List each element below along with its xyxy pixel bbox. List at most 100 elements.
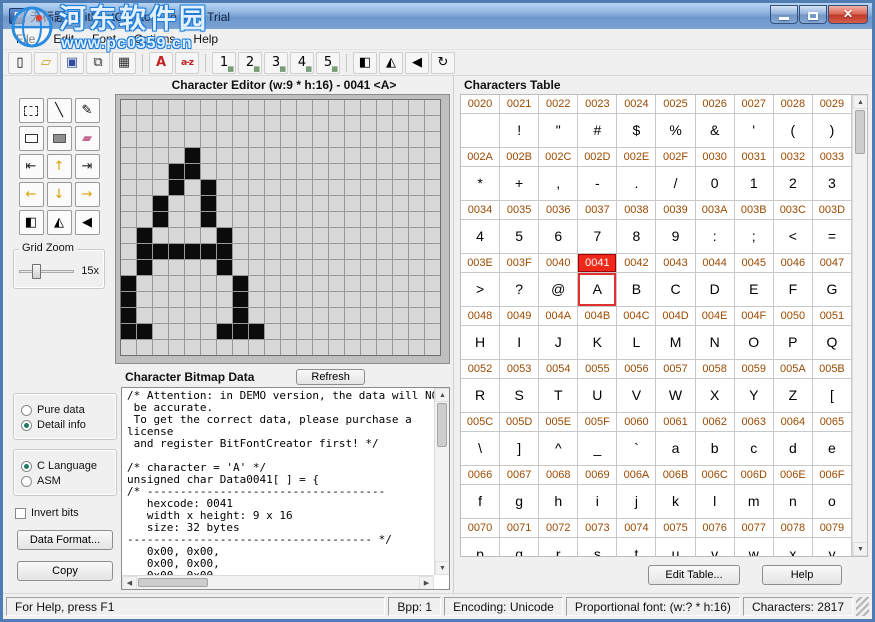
char-code-005B[interactable]: 005B xyxy=(813,360,852,379)
char-glyph-002B[interactable]: + xyxy=(500,167,539,201)
char-glyph-006B[interactable]: k xyxy=(656,485,695,519)
char-code-005E[interactable]: 005E xyxy=(539,413,578,432)
char-glyph-0021[interactable]: ! xyxy=(500,114,539,148)
pixel-cell[interactable] xyxy=(201,164,216,179)
char-glyph-0065[interactable]: e xyxy=(813,432,852,466)
char-code-0073[interactable]: 0073 xyxy=(578,519,617,538)
pixel-cell[interactable] xyxy=(121,228,136,243)
pixel-cell[interactable] xyxy=(121,180,136,195)
pixel-cell[interactable] xyxy=(329,116,344,131)
pixel-cell[interactable] xyxy=(153,132,168,147)
char-code-0043[interactable]: 0043 xyxy=(656,254,695,273)
pixel-cell[interactable] xyxy=(377,308,392,323)
pixel-cell[interactable] xyxy=(313,228,328,243)
pixel-cell[interactable] xyxy=(329,260,344,275)
move-right-icon[interactable]: → xyxy=(75,182,100,207)
pixel-cell[interactable] xyxy=(409,116,424,131)
line-tool-icon[interactable]: ╲ xyxy=(47,98,72,123)
pixel-cell[interactable] xyxy=(425,132,440,147)
scroll-up-icon[interactable]: ▲ xyxy=(435,388,450,402)
char-code-003B[interactable]: 003B xyxy=(735,201,774,220)
pixel-cell[interactable] xyxy=(249,292,264,307)
pixel-cell[interactable] xyxy=(297,228,312,243)
scroll-track-h[interactable] xyxy=(209,576,419,589)
char-code-0053[interactable]: 0053 xyxy=(500,360,539,379)
pixel-cell[interactable] xyxy=(297,196,312,211)
char-glyph-0034[interactable]: 4 xyxy=(461,220,500,254)
pixel-cell[interactable] xyxy=(153,228,168,243)
char-code-0020[interactable]: 0020 xyxy=(461,95,500,114)
char-glyph-0060[interactable]: ` xyxy=(617,432,656,466)
pixel-cell[interactable] xyxy=(185,196,200,211)
char-glyph-006A[interactable]: j xyxy=(617,485,656,519)
pixel-cell[interactable] xyxy=(297,180,312,195)
pixel-cell[interactable] xyxy=(377,116,392,131)
bitmap-data-text[interactable]: /* Attention: in DEMO version, the data … xyxy=(121,387,450,590)
scroll-thumb[interactable] xyxy=(437,403,447,447)
pixel-cell[interactable] xyxy=(185,308,200,323)
pixel-cell[interactable] xyxy=(409,340,424,355)
pixel-cell[interactable] xyxy=(217,244,232,259)
pixel-cell[interactable] xyxy=(329,212,344,227)
pixel-cell[interactable] xyxy=(393,116,408,131)
pixel-cell[interactable] xyxy=(345,164,360,179)
shift-left-icon[interactable]: ⇤ xyxy=(19,154,44,179)
pixel-cell[interactable] xyxy=(249,212,264,227)
pixel-cell[interactable] xyxy=(361,228,376,243)
move-down-icon[interactable]: ↓ xyxy=(47,182,72,207)
pixel-cell[interactable] xyxy=(201,180,216,195)
pixel-cell[interactable] xyxy=(265,164,280,179)
char-code-0076[interactable]: 0076 xyxy=(696,519,735,538)
pixel-cell[interactable] xyxy=(361,116,376,131)
pixel-cell[interactable] xyxy=(361,308,376,323)
pixel-cell[interactable] xyxy=(377,340,392,355)
pixel-cell[interactable] xyxy=(185,100,200,115)
char-code-0023[interactable]: 0023 xyxy=(578,95,617,114)
pixel-cell[interactable] xyxy=(217,292,232,307)
pixel-cell[interactable] xyxy=(281,180,296,195)
pixel-cell[interactable] xyxy=(393,276,408,291)
scroll-track[interactable] xyxy=(853,155,867,542)
data-format-button[interactable]: Data Format... xyxy=(17,530,113,550)
pixel-cell[interactable] xyxy=(393,196,408,211)
open-icon[interactable]: ▱ xyxy=(34,52,58,74)
pixel-cell[interactable] xyxy=(265,244,280,259)
char-code-0057[interactable]: 0057 xyxy=(656,360,695,379)
char-glyph-004F[interactable]: O xyxy=(735,326,774,360)
char-code-003C[interactable]: 003C xyxy=(774,201,813,220)
char-code-0075[interactable]: 0075 xyxy=(656,519,695,538)
pixel-cell[interactable] xyxy=(361,340,376,355)
pixel-cell[interactable] xyxy=(281,276,296,291)
char-glyph-002A[interactable]: * xyxy=(461,167,500,201)
pixel-cell[interactable] xyxy=(281,308,296,323)
char-glyph-0057[interactable]: W xyxy=(656,379,695,413)
pixel-cell[interactable] xyxy=(361,148,376,163)
pixel-cell[interactable] xyxy=(297,148,312,163)
char-glyph-0066[interactable]: f xyxy=(461,485,500,519)
char-glyph-0061[interactable]: a xyxy=(656,432,695,466)
char-glyph-004B[interactable]: K xyxy=(578,326,617,360)
pixel-cell[interactable] xyxy=(201,340,216,355)
view-3-icon[interactable]: 3▦ xyxy=(264,52,288,74)
char-glyph-0075[interactable]: u xyxy=(656,538,695,557)
pixel-cell[interactable] xyxy=(377,276,392,291)
pixel-cell[interactable] xyxy=(313,292,328,307)
pixel-cell[interactable] xyxy=(249,260,264,275)
char-code-002C[interactable]: 002C xyxy=(539,148,578,167)
pixel-cell[interactable] xyxy=(169,324,184,339)
pixel-cell[interactable] xyxy=(233,340,248,355)
pixel-cell[interactable] xyxy=(329,148,344,163)
char-code-0029[interactable]: 0029 xyxy=(813,95,852,114)
grid-zoom-slider[interactable] xyxy=(19,262,74,280)
rect-tool-icon[interactable] xyxy=(19,126,44,151)
pixel-cell[interactable] xyxy=(393,340,408,355)
pixel-cell[interactable] xyxy=(425,116,440,131)
char-code-0030[interactable]: 0030 xyxy=(696,148,735,167)
scroll-track[interactable] xyxy=(435,448,449,561)
pixel-cell[interactable] xyxy=(393,132,408,147)
pixel-cell[interactable] xyxy=(153,324,168,339)
char-code-0038[interactable]: 0038 xyxy=(617,201,656,220)
pixel-cell[interactable] xyxy=(409,148,424,163)
char-code-0022[interactable]: 0022 xyxy=(539,95,578,114)
scroll-thumb-h[interactable] xyxy=(138,578,208,587)
